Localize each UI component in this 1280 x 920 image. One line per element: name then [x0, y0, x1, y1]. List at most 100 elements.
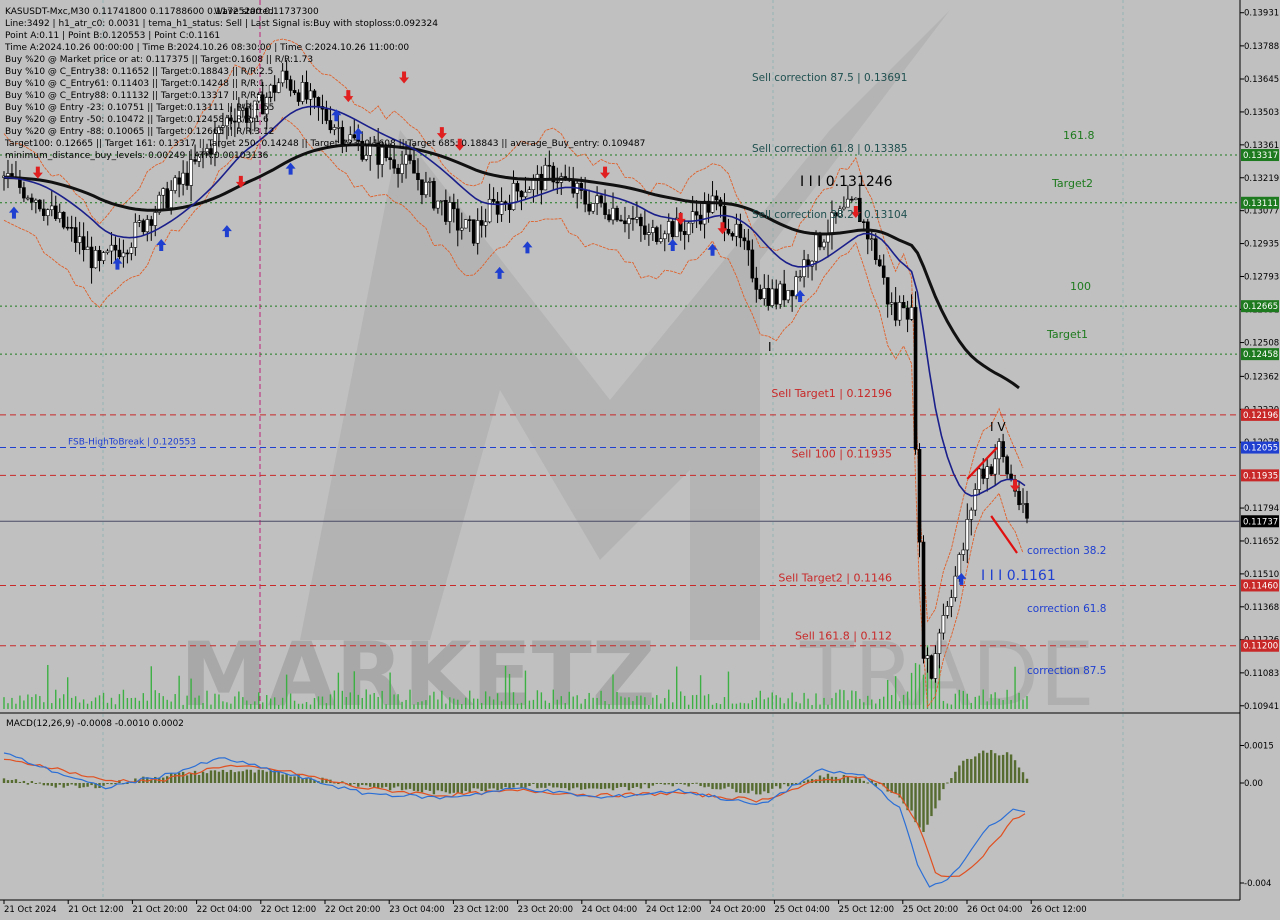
time-tick-label: 24 Oct 12:00 [646, 905, 701, 915]
candle-body [754, 277, 759, 290]
macd-hist-bar [707, 783, 710, 787]
macd-hist-bar [930, 783, 933, 817]
info-line: Buy %10 @ C_Entry61: 0.11403 || Target:0… [5, 79, 268, 89]
macd-hist-bar [922, 783, 925, 832]
candle-body [766, 287, 771, 306]
candle-body [973, 489, 978, 511]
level-label: Sell 100 | 0.11935 [791, 447, 892, 460]
macd-hist-bar [464, 783, 467, 791]
candle-body [177, 177, 181, 185]
candle-body [69, 227, 74, 229]
macd-hist-bar [679, 783, 682, 784]
time-axis[interactable]: 21 Oct 2024 21 Oct 12:00 21 Oct 20:00 22 Oc… [3, 900, 1087, 915]
candle-body [694, 211, 699, 216]
price-tick-label: 0.11652 [1244, 537, 1279, 547]
candle-body [937, 632, 942, 654]
candle-body [288, 79, 293, 91]
macd-hist-bar [1009, 754, 1013, 783]
candle-body [631, 218, 635, 220]
macd-hist-bar [818, 775, 822, 783]
macd-hist-bar [468, 783, 471, 792]
macd-hist-bar [357, 783, 360, 787]
wave-iv-label: I V [990, 420, 1006, 434]
candle-body [284, 70, 289, 80]
candle-body [639, 216, 643, 227]
level-label: Sell Target2 | 0.1146 [778, 571, 892, 584]
candle-body [782, 283, 786, 301]
correction-618-label: correction 61.8 [1027, 603, 1106, 615]
macd-hist-bar [476, 783, 479, 789]
time-tick-label: 21 Oct 2024 [4, 905, 57, 915]
price-tick-label: 0.11083 [1244, 669, 1279, 679]
macd-hist-bar [548, 783, 551, 786]
macd-hist-bar [408, 783, 412, 789]
price-axis[interactable]: 0.139310.137880.136450.135030.133610.132… [1240, 9, 1279, 712]
macd-hist-bar [396, 783, 400, 787]
candle-body [125, 252, 130, 255]
candle-body [471, 219, 476, 244]
macd-hist-bar [703, 783, 706, 788]
candle-body [774, 288, 779, 305]
macd-hist-bar [18, 781, 22, 783]
macd-hist-bar [695, 782, 698, 784]
macd-pane[interactable] [0, 715, 1240, 900]
macd-hist-bar [428, 783, 432, 791]
candle-body [412, 160, 416, 174]
macd-hist-bar [970, 759, 973, 783]
macd-hist-bar [755, 783, 758, 795]
macd-hist-bar [369, 783, 372, 787]
candle-body [165, 188, 170, 208]
macd-hist-bar [719, 783, 722, 790]
macd-hist-bar [46, 783, 49, 786]
candle-body [643, 225, 647, 235]
candle-body [786, 290, 790, 301]
candle-body [595, 195, 599, 204]
macd-hist-bar [751, 783, 754, 791]
macd-hist-bar [516, 783, 519, 785]
macd-hist-bar [78, 783, 81, 789]
price-badge-label: 0.13317 [1243, 151, 1278, 161]
price-badge-label: 0.11460 [1243, 581, 1278, 591]
macd-hist-bar [62, 783, 65, 788]
candle-body [929, 655, 934, 679]
candle-body [109, 244, 114, 252]
macd-hist-bar [10, 779, 14, 783]
candle-body [181, 172, 185, 185]
macd-hist-bar [627, 783, 631, 791]
macd-hist-bar [488, 783, 491, 789]
macd-hist-bar [775, 783, 778, 787]
macd-hist-bar [842, 774, 846, 783]
time-tick-label: 26 Oct 04:00 [967, 905, 1022, 915]
candle-body [627, 218, 631, 225]
overlay-title: Wave started [214, 7, 274, 17]
macd-hist-bar [436, 783, 440, 791]
time-tick-label: 25 Oct 12:00 [839, 905, 894, 915]
candle-body [424, 181, 428, 196]
candle-body [854, 197, 858, 201]
macd-hist-bar [440, 783, 444, 792]
time-tick-label: 24 Oct 04:00 [582, 905, 637, 915]
trading-chart[interactable]: MARKETZ TRADE 161.8Target2100Target1Sell… [0, 0, 1280, 920]
candle-body [623, 220, 627, 225]
candle-body [404, 154, 408, 165]
candle-body [619, 219, 623, 222]
candle-body [519, 190, 524, 198]
candle-body [459, 227, 464, 231]
time-tick-label: 25 Oct 04:00 [774, 905, 829, 915]
candle-body [364, 154, 369, 160]
macd-hist-bar [1013, 760, 1017, 783]
time-tick-label: 21 Oct 20:00 [132, 905, 187, 915]
macd-hist-bar [1005, 752, 1009, 783]
macd-hist-bar [285, 773, 288, 783]
candle-body [587, 203, 591, 212]
macd-hist-bar [221, 769, 225, 783]
candle-body [61, 211, 66, 228]
macd-hist-bar [802, 781, 806, 783]
candle-body [846, 198, 850, 208]
macd-hist-bar [532, 783, 535, 784]
macd-hist-bar [954, 771, 957, 783]
candle-body [49, 205, 54, 211]
candle-body [702, 200, 707, 225]
candle-body [770, 288, 775, 306]
candle-body [686, 222, 691, 235]
